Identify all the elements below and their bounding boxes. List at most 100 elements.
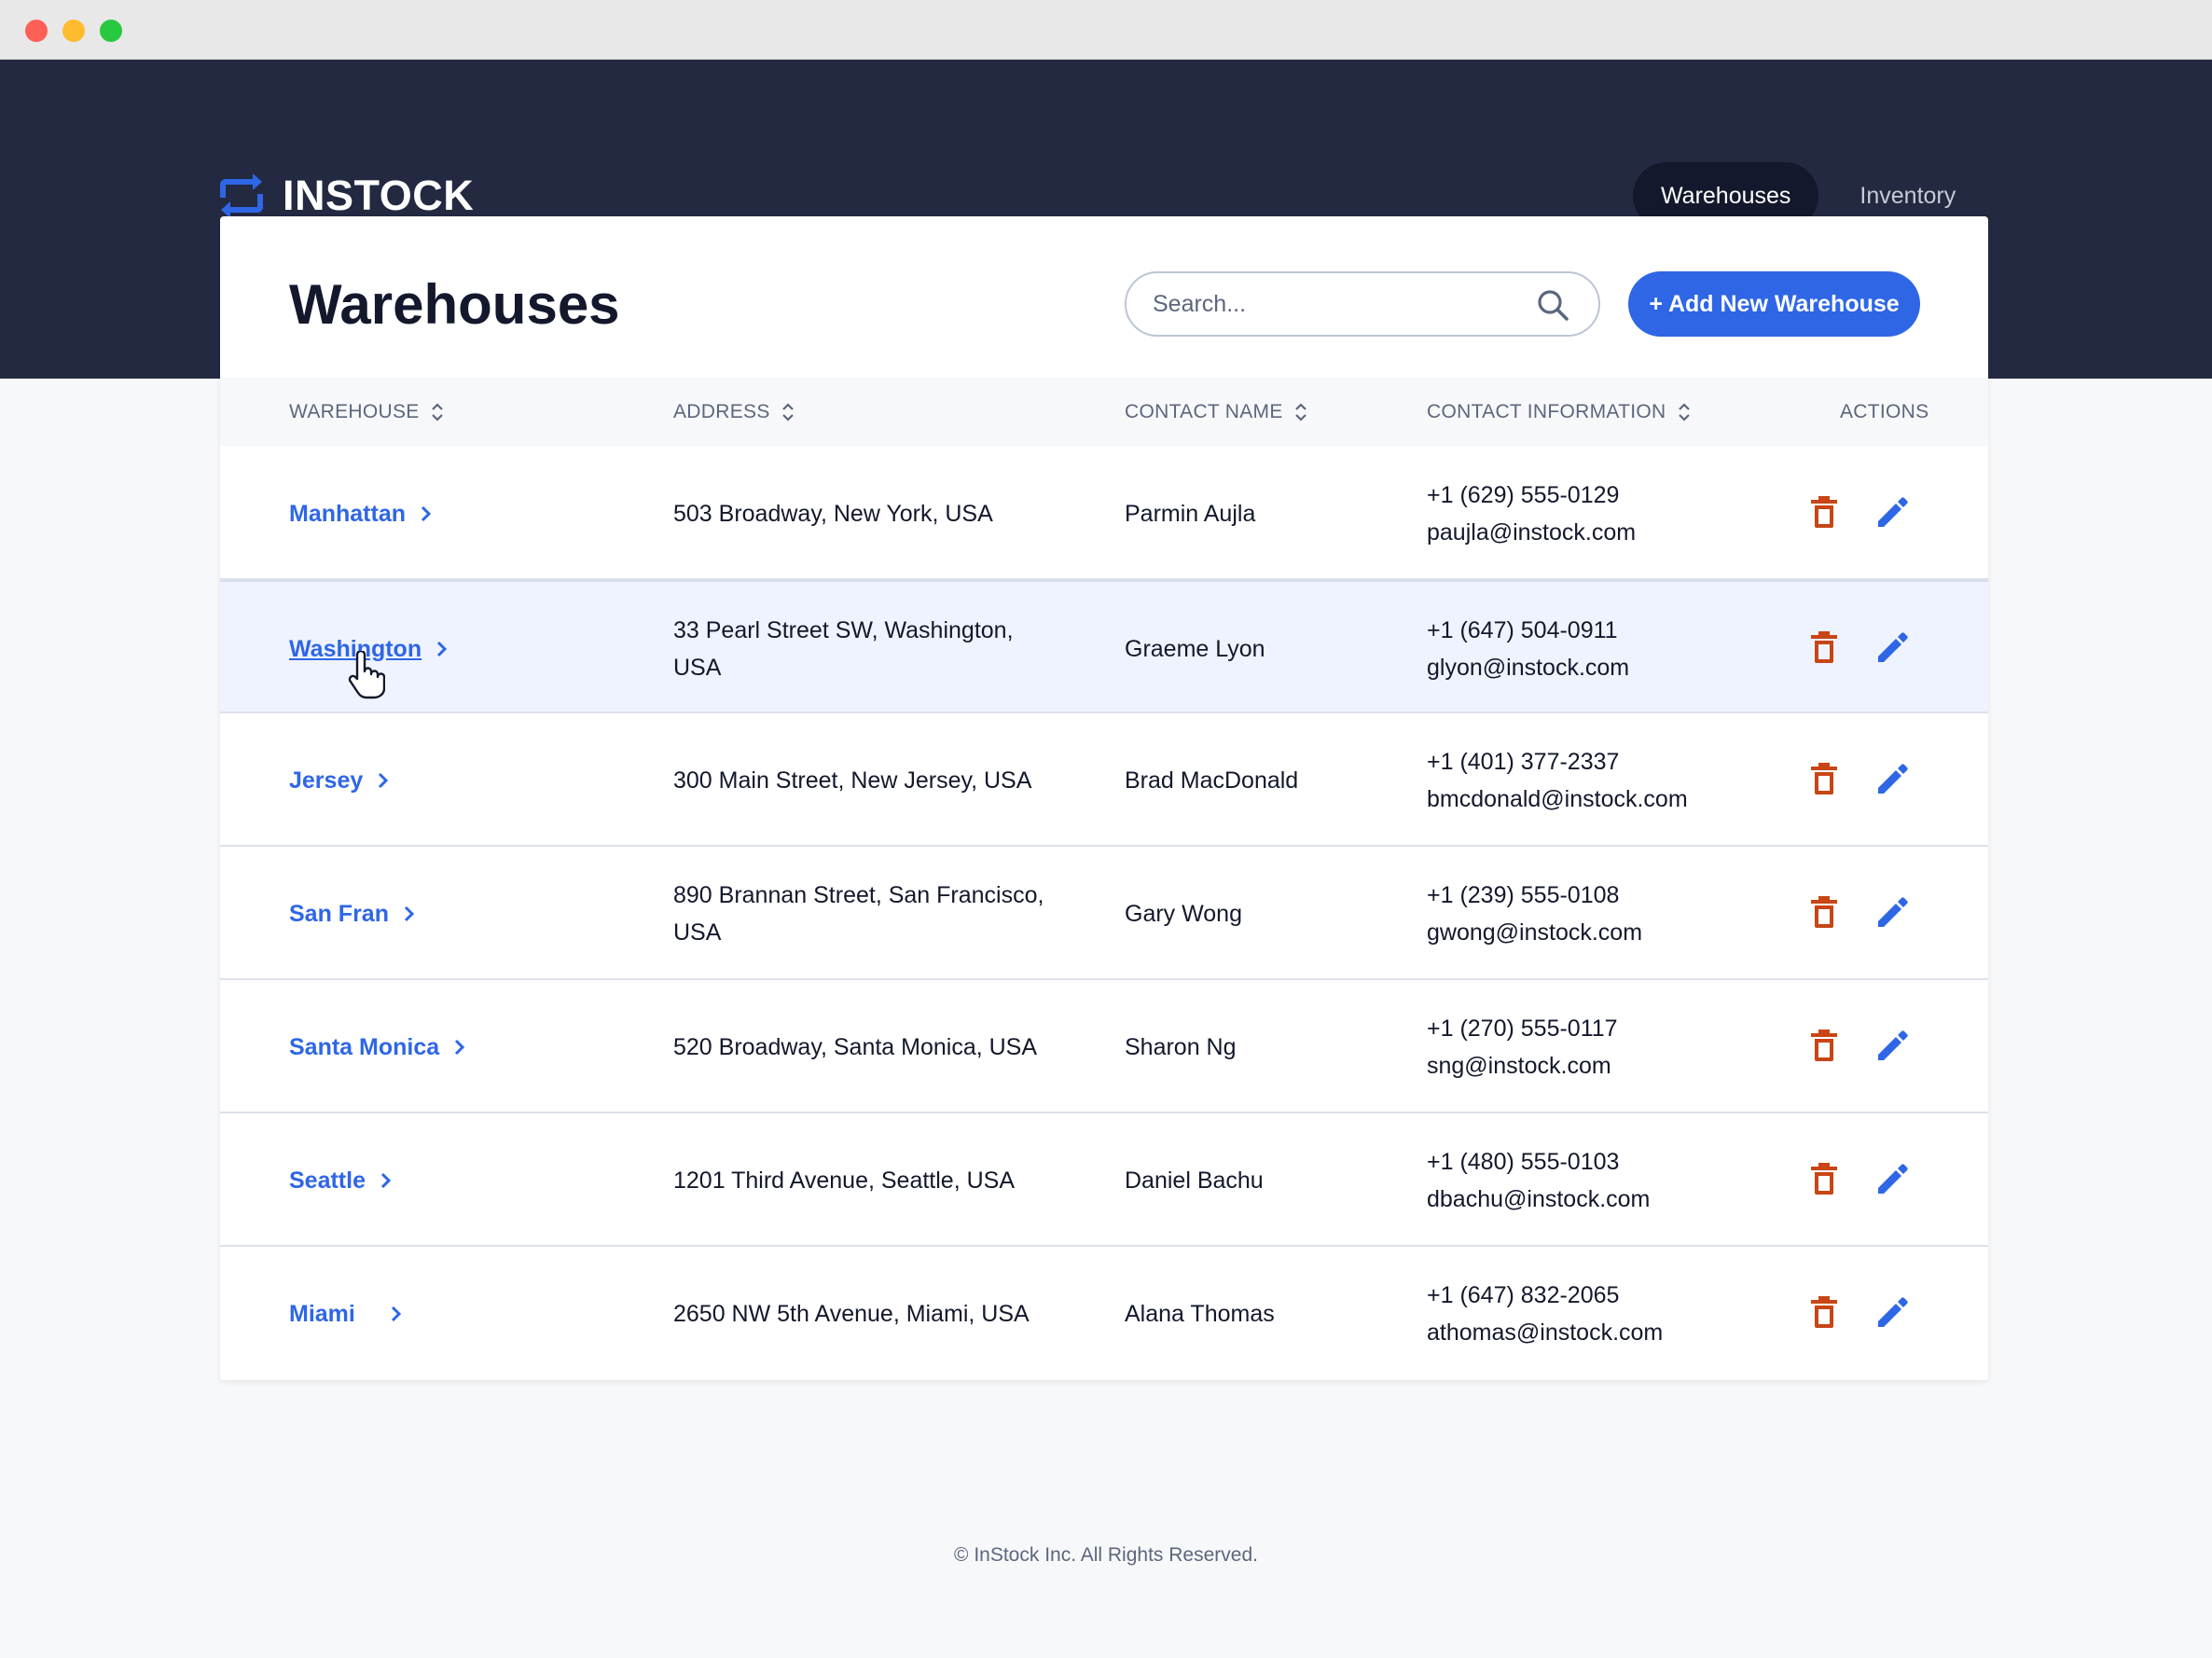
contact-email: glyon@instock.com (1427, 654, 1630, 681)
contact-name-cell: Parmin Aujla (1125, 500, 1256, 527)
address-cell: 520 Broadway, Santa Monica, USA (673, 1033, 1038, 1060)
pencil-icon (1878, 497, 1908, 527)
sort-icon[interactable] (1294, 402, 1307, 422)
contact-email: paujla@instock.com (1427, 518, 1637, 546)
row-actions (1805, 757, 1912, 800)
warehouse-name: Manhattan (289, 500, 406, 527)
contact-info-cell: +1 (647) 832-2065 athomas@instock.com (1427, 1247, 1663, 1380)
sort-icon[interactable] (781, 402, 795, 422)
chevron-right-icon (404, 905, 415, 921)
warehouses-card: Warehouses + Add New Warehouse WAREHOUSE… (220, 216, 1988, 1380)
warehouse-link[interactable]: Santa Monica (289, 1029, 465, 1066)
contact-name-cell: Daniel Bachu (1125, 1167, 1264, 1194)
app-name: INSTOCK (283, 172, 475, 219)
contact-email: bmcdonald@instock.com (1427, 785, 1688, 812)
chevron-right-icon (437, 641, 448, 656)
edit-button[interactable] (1874, 891, 1912, 933)
warehouse-name: Santa Monica (289, 1033, 440, 1060)
warehouse-cell: Jersey (289, 713, 389, 847)
chevron-right-icon (380, 1172, 392, 1188)
address-cell: 503 Broadway, New York, USA (673, 500, 993, 527)
warehouse-link[interactable]: Seattle (289, 1162, 392, 1199)
search-box[interactable] (1125, 271, 1600, 337)
warehouse-link[interactable]: Jersey (289, 762, 389, 799)
contact-info-cell: +1 (401) 377-2337 bmcdonald@instock.com (1427, 713, 1688, 847)
pencil-icon (1878, 1164, 1908, 1194)
maximize-window-button[interactable] (100, 20, 122, 42)
table-row[interactable]: Miami 2650 NW 5th Avenue, Miami, USA Alana… (220, 1247, 1988, 1380)
chevron-right-icon (421, 505, 432, 521)
row-actions (1805, 1291, 1912, 1333)
contact-email: gwong@instock.com (1427, 919, 1643, 946)
trash-icon (1811, 496, 1837, 528)
column-label: WAREHOUSE (289, 401, 420, 422)
minimize-window-button[interactable] (62, 20, 85, 42)
address-cell: 300 Main Street, New Jersey, USA (673, 767, 1032, 794)
table-row[interactable]: Washington 33 Pearl Street SW, Washington… (220, 580, 1988, 713)
contact-info-cell: +1 (270) 555-0117 sng@instock.com (1427, 980, 1618, 1113)
warehouse-link[interactable]: San Fran (289, 895, 415, 933)
contact-name-cell: Brad MacDonald (1125, 767, 1299, 794)
table-row[interactable]: Seattle 1201 Third Avenue, Seattle, USA Da… (220, 1113, 1988, 1247)
column-label: CONTACT NAME (1125, 401, 1283, 422)
edit-button[interactable] (1874, 1291, 1912, 1333)
pencil-icon (1878, 632, 1908, 662)
contact-name-cell: Gary Wong (1125, 900, 1242, 927)
contact-name-cell: Alana Thomas (1125, 1300, 1275, 1327)
column-header-contact-name[interactable]: CONTACT NAME (1125, 378, 1307, 447)
footer-copyright: © InStock Inc. All Rights Reserved. (954, 1544, 1258, 1566)
column-header-address[interactable]: ADDRESS (673, 378, 795, 447)
row-actions (1805, 626, 1912, 669)
delete-button[interactable] (1805, 490, 1843, 533)
edit-button[interactable] (1874, 1024, 1912, 1067)
contact-email: athomas@instock.com (1427, 1319, 1664, 1346)
search-input[interactable] (1153, 284, 1526, 324)
table-row[interactable]: Manhattan 503 Broadway, New York, USA Parm… (220, 447, 1988, 580)
window-titlebar (0, 0, 2212, 60)
delete-button[interactable] (1805, 626, 1843, 669)
delete-button[interactable] (1805, 1024, 1843, 1067)
column-header-warehouse[interactable]: WAREHOUSE (289, 378, 444, 447)
column-header-contact-information[interactable]: CONTACT INFORMATION (1427, 378, 1691, 447)
row-actions (1805, 1024, 1912, 1067)
delete-button[interactable] (1805, 891, 1843, 933)
edit-button[interactable] (1874, 626, 1912, 669)
close-window-button[interactable] (25, 20, 48, 42)
warehouse-name: San Fran (289, 900, 389, 927)
edit-button[interactable] (1874, 757, 1912, 800)
contact-name-cell: Sharon Ng (1125, 1033, 1237, 1060)
delete-button[interactable] (1805, 757, 1843, 800)
search-icon[interactable] (1537, 289, 1569, 321)
address-cell: 1201 Third Avenue, Seattle, USA (673, 1167, 1015, 1194)
pencil-icon (1878, 764, 1908, 794)
contact-phone: +1 (480) 555-0103 (1427, 1148, 1620, 1175)
warehouse-link[interactable]: Miami (289, 1295, 402, 1333)
chevron-right-icon (379, 772, 389, 788)
table-row[interactable]: San Fran 890 Brannan Street, San Francisc… (220, 847, 1988, 980)
page-title: Warehouses (289, 273, 620, 336)
table-row[interactable]: Jersey 300 Main Street, New Jersey, USA Br… (220, 713, 1988, 847)
warehouse-link[interactable]: Manhattan (289, 495, 432, 532)
chevron-right-icon (455, 1039, 465, 1055)
contact-info-cell: +1 (647) 504-0911 glyon@instock.com (1427, 582, 1629, 715)
edit-button[interactable] (1874, 1157, 1912, 1200)
contact-phone: +1 (629) 555-0129 (1427, 481, 1620, 508)
table-row[interactable]: Santa Monica 520 Broadway, Santa Monica, … (220, 980, 1988, 1113)
add-new-warehouse-button[interactable]: + Add New Warehouse (1628, 271, 1920, 337)
warehouse-cell: Santa Monica (289, 980, 465, 1113)
sort-icon[interactable] (1678, 402, 1691, 422)
warehouse-cell: Manhattan (289, 447, 432, 580)
pencil-icon (1878, 1297, 1908, 1327)
delete-button[interactable] (1805, 1157, 1843, 1200)
trash-icon (1811, 631, 1837, 663)
contact-info-cell: +1 (480) 555-0103 dbachu@instock.com (1427, 1113, 1650, 1247)
edit-button[interactable] (1874, 490, 1912, 533)
contact-email: dbachu@instock.com (1427, 1185, 1651, 1212)
trash-icon (1811, 1296, 1837, 1328)
address-cell: 33 Pearl Street SW, Washington, USA (673, 616, 1014, 681)
warehouse-name: Miami (289, 1300, 355, 1327)
table-header: WAREHOUSE ADDRESS CONTACT NAME CONTACT I… (220, 378, 1988, 447)
sort-icon[interactable] (431, 402, 444, 422)
delete-button[interactable] (1805, 1291, 1843, 1333)
contact-phone: +1 (647) 504-0911 (1427, 616, 1618, 643)
